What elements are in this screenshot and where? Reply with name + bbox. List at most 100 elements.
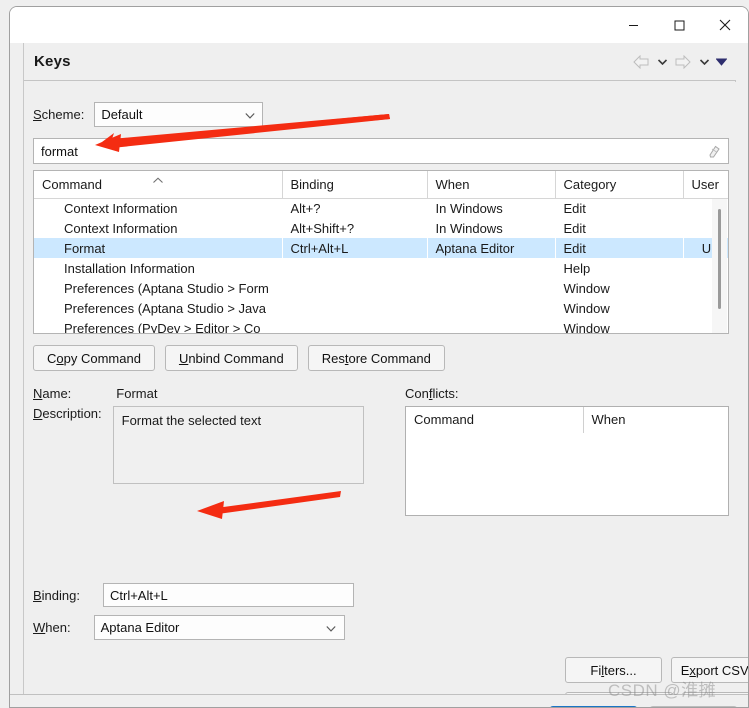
keys-dialog-window: Keys Scheme: Default format Command Bind… [9,6,749,708]
table-scrollbar-thumb[interactable] [718,209,721,309]
cell-binding: Alt+Shift+? [290,220,355,236]
column-header-when[interactable]: When [427,171,556,199]
clear-filter-icon[interactable] [706,143,723,160]
cell-when [427,258,555,278]
filters-button[interactable]: Fi l ters... [565,657,662,683]
scheme-select[interactable]: Default [94,102,264,127]
cell-binding: Ctrl+Alt+L [282,238,427,258]
back-icon[interactable] [630,51,652,73]
cell-when: In Windows [435,220,503,236]
forward-icon[interactable] [672,51,694,73]
cell-command: Format [34,238,282,258]
cell-category: Window [563,320,610,334]
table-row[interactable]: Preferences (Aptana Studio > Java Window [34,298,728,318]
dialog-body: Keys Scheme: Default format Command Bind… [10,43,748,707]
binding-row: Binding: Ctrl+Alt+L [33,583,354,607]
table-row[interactable]: Context Information Alt+? In Windows Edi… [34,198,728,218]
when-label: When: [33,620,71,635]
table-header-row: Command Binding When Category User [34,171,728,199]
table-row[interactable]: Installation Information Help [34,258,728,278]
back-dropdown-icon[interactable] [655,51,669,73]
binding-label: Binding: [33,587,80,603]
scheme-row: Scheme: Default [33,102,264,127]
cell-category: Help [563,260,591,276]
cell-command: Context Information [64,220,178,236]
description-row: Description: Format the selected text [33,406,364,484]
conflicts-table[interactable]: Command When [405,406,729,516]
conflicts-panel: Conflicts: Command When [405,386,729,516]
cell-binding [282,318,427,333]
close-button[interactable] [702,7,748,43]
screenshot-root: Keys Scheme: Default format Command Bind… [0,0,749,708]
column-header-binding[interactable]: Binding [282,171,428,199]
cell-category: Edit [563,220,586,236]
table-scrollbar[interactable] [712,199,727,333]
column-header-category[interactable]: Category [555,171,684,199]
cell-command: Context Information [64,200,178,216]
column-header-command-label: Command [42,176,102,192]
when-value: Aptana Editor [100,620,180,635]
cell-when [427,278,555,298]
cell-binding [282,298,427,318]
table-row[interactable]: Context Information Alt+Shift+? In Windo… [34,218,728,238]
filter-value: format [41,143,78,159]
copy-command-button[interactable]: Co py Command [33,345,155,371]
cell-binding [282,258,427,278]
minimize-button[interactable] [610,7,656,43]
cell-category: Window [563,300,610,316]
description-value: Format the selected text [121,413,262,428]
dialog-button-bar: OK Cancel [10,695,748,707]
table-row-selected[interactable]: Format Ctrl+Alt+L Aptana Editor Edit U [34,238,728,258]
cell-when: In Windows [435,200,503,216]
table-row[interactable]: Preferences (Aptana Studio > Form Window [34,278,728,298]
cell-category: Edit [563,200,586,216]
conflicts-column-when[interactable]: When [583,407,728,432]
keys-table-element: Command Binding When Category User Conte… [34,171,728,334]
window-titlebar [10,7,748,43]
when-select[interactable]: Aptana Editor [93,615,345,640]
chevron-down-icon [245,107,255,122]
restore-command-button[interactable]: Res t ore Command [307,345,445,371]
filter-input[interactable]: format [33,138,729,164]
conflicts-column-command[interactable]: Command [406,407,584,432]
maximize-button[interactable] [656,7,702,43]
column-header-user[interactable]: User [683,171,728,199]
export-csv-button[interactable]: Export CSV... [671,657,748,683]
conflicts-header-row: Command When [406,407,728,432]
menu-dropdown-icon[interactable] [714,51,728,73]
cell-command: Preferences (Aptana Studio > Java [64,300,266,316]
side-buttons-row-1: Filters... Export CSV... [565,657,748,683]
name-value: Format [116,386,158,401]
cell-category: Edit [555,238,683,258]
cell-when: Aptana Editor [427,238,555,258]
cell-when [427,318,555,333]
cell-binding [282,278,427,298]
description-label: Description: [33,406,102,421]
scheme-label: Scheme: [33,107,85,122]
keys-table-body: Context Information Alt+? In Windows Edi… [34,198,728,334]
cell-command: Preferences (Aptana Studio > Form [64,280,269,296]
binding-value: Ctrl+Alt+L [109,587,168,603]
description-textarea[interactable]: Format the selected text [112,406,364,484]
cell-when [427,298,555,318]
conflicts-label: Conflicts: [405,386,459,401]
command-buttons-row: Co py Command Unbind Command Res t ore Comm… [33,345,445,371]
name-row: Name: Format [33,386,157,401]
right-margin-strip [735,43,748,707]
when-row: When: Aptana Editor [33,615,345,640]
cell-command: Preferences (PyDev > Editor > Co [64,320,261,334]
column-header-command[interactable]: Command [34,171,283,199]
table-row[interactable]: Preferences (PyDev > Editor > Co Window [34,318,728,334]
scheme-value: Default [101,107,143,122]
left-margin-strip [10,43,24,707]
keys-table[interactable]: Command Binding When Category User Conte… [33,170,729,334]
conflicts-table-element: Command When [406,407,728,433]
chevron-down-icon [325,620,336,635]
forward-dropdown-icon[interactable] [697,51,711,73]
binding-input[interactable]: Ctrl+Alt+L [102,583,354,607]
unbind-command-button[interactable]: Unbind Command [164,345,298,371]
dialog-content: Scheme: Default format Command Binding W… [25,82,748,707]
page-header: Keys [24,43,736,81]
name-label: Name: [33,386,72,401]
page-title: Keys [34,53,71,70]
